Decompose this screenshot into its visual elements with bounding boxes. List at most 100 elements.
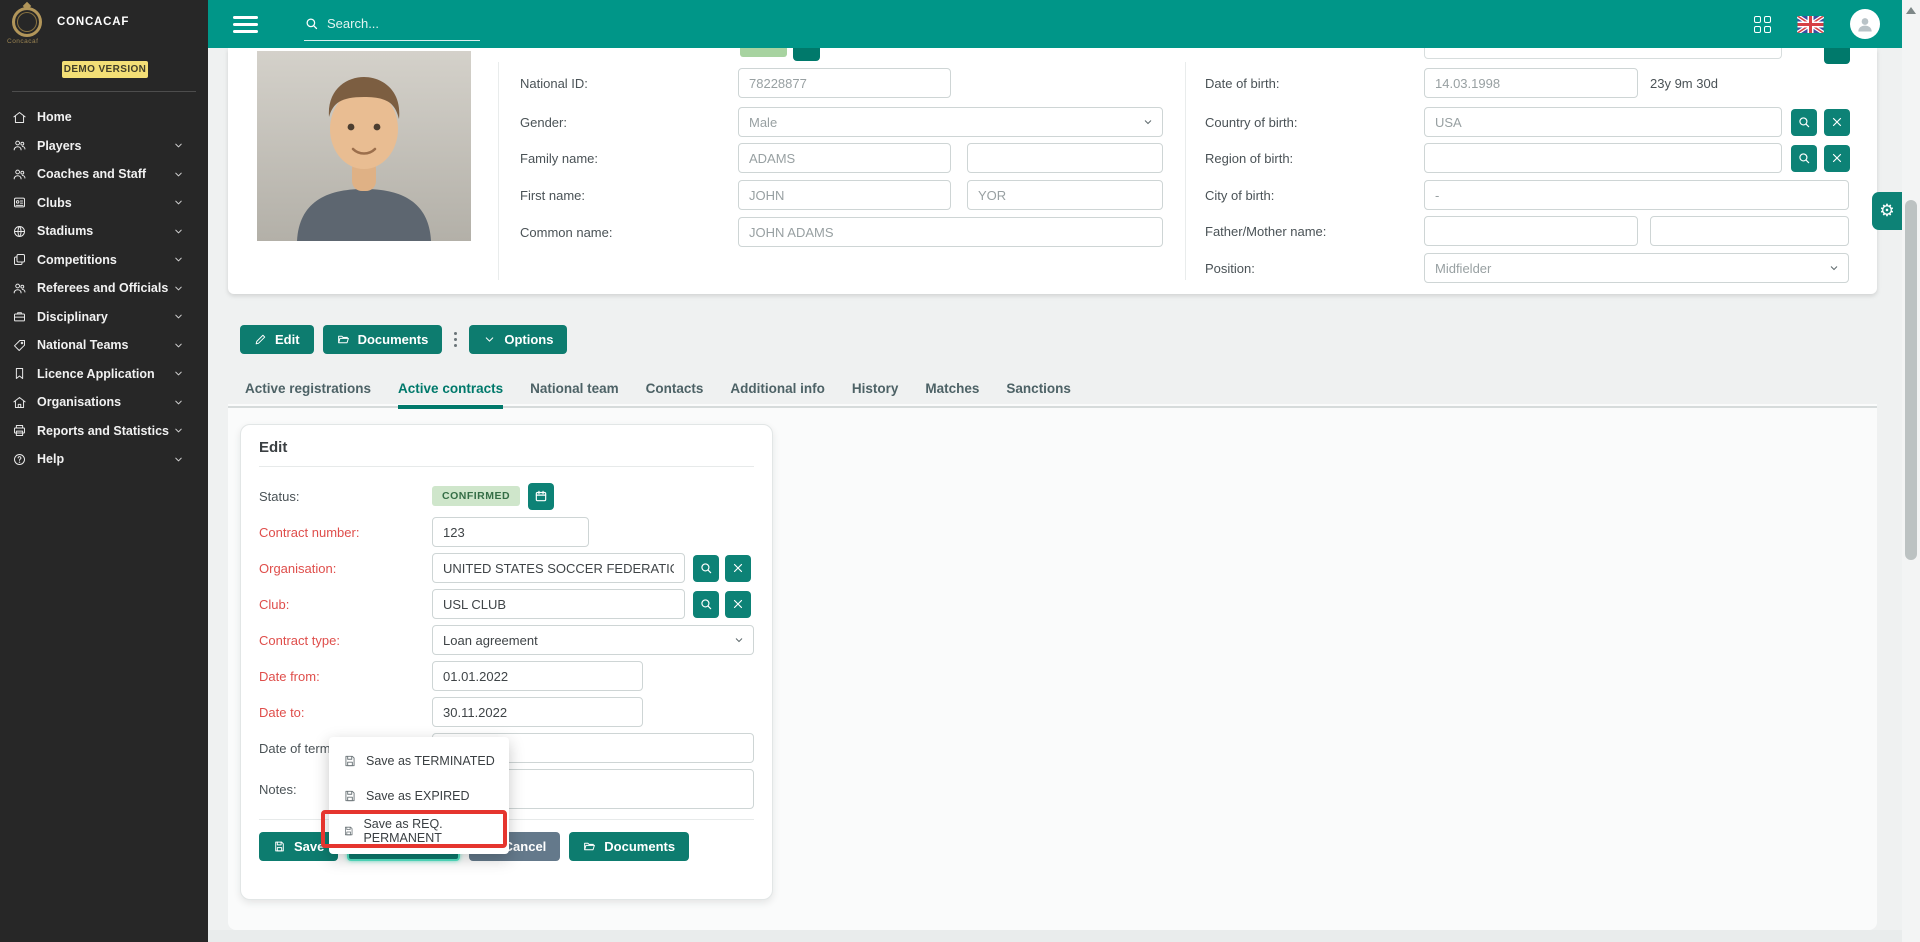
- kebab-menu-icon[interactable]: [454, 332, 457, 347]
- club-search-button[interactable]: [693, 591, 719, 618]
- organisation-label: Organisation:: [259, 561, 432, 576]
- club-clear-button[interactable]: [725, 591, 751, 618]
- page-scrollbar[interactable]: [1902, 0, 1920, 942]
- date-of-birth-field[interactable]: [1424, 68, 1638, 98]
- search-input[interactable]: [327, 16, 457, 31]
- tab-matches[interactable]: Matches: [925, 381, 979, 406]
- region-of-birth-label: Region of birth:: [1205, 151, 1424, 166]
- country-search-button[interactable]: [1791, 109, 1817, 136]
- concacaf-logo-caption: Concacaf: [7, 38, 38, 45]
- coaches-icon: [12, 167, 27, 182]
- date-to-field[interactable]: [432, 697, 643, 727]
- documents-button[interactable]: Documents: [323, 325, 443, 354]
- scroll-up-arrow-icon[interactable]: [1906, 7, 1916, 14]
- tab-active-contracts[interactable]: Active contracts: [398, 381, 503, 409]
- organisation-search-button[interactable]: [693, 555, 719, 582]
- position-select[interactable]: Midfielder: [1424, 253, 1849, 283]
- concacaf-logo-icon[interactable]: [12, 7, 42, 37]
- pencil-icon: [254, 333, 267, 346]
- folder-icon: [337, 333, 350, 346]
- national-teams-icon: [12, 338, 27, 353]
- date-of-birth-label: Date of birth:: [1205, 76, 1424, 91]
- position-label: Position:: [1205, 261, 1424, 276]
- sidebar-item-players[interactable]: Players: [0, 132, 208, 161]
- close-icon: [731, 561, 745, 575]
- column-divider: [1185, 62, 1186, 280]
- first-name-field[interactable]: [738, 180, 951, 210]
- sidebar-item-reports-and-statistics[interactable]: Reports and Statistics: [0, 417, 208, 446]
- region-of-birth-field[interactable]: [1424, 143, 1782, 173]
- reports-icon: [12, 423, 27, 438]
- age-text: 23y 9m 30d: [1650, 76, 1718, 91]
- sidebar-item-organisations[interactable]: Organisations: [0, 388, 208, 417]
- calendar-icon: [534, 489, 548, 503]
- tab-national-team[interactable]: National team: [530, 381, 619, 406]
- contract-documents-button[interactable]: Documents: [569, 832, 689, 861]
- action-button-partial[interactable]: [793, 48, 820, 61]
- country-clear-button[interactable]: [1824, 109, 1850, 136]
- national-id-field[interactable]: [738, 68, 951, 98]
- sidebar-item-clubs[interactable]: Clubs: [0, 189, 208, 218]
- sidebar-item-competitions[interactable]: Competitions: [0, 246, 208, 275]
- save-button[interactable]: Save: [259, 832, 338, 861]
- sidebar-item-help[interactable]: Help: [0, 445, 208, 474]
- sidebar-item-national-teams[interactable]: National Teams: [0, 331, 208, 360]
- date-from-field[interactable]: [432, 661, 643, 691]
- action-button-partial[interactable]: [1824, 48, 1850, 64]
- uk-flag-language-icon[interactable]: [1797, 16, 1824, 33]
- tab-history[interactable]: History: [852, 381, 899, 406]
- common-name-field[interactable]: [738, 217, 1163, 247]
- scrollbar-thumb[interactable]: [1905, 200, 1917, 560]
- sidebar-item-disciplinary[interactable]: Disciplinary: [0, 303, 208, 332]
- city-of-birth-field[interactable]: [1424, 180, 1849, 210]
- sidebar-item-label: National Teams: [37, 338, 128, 352]
- family-name-alt-field[interactable]: [967, 143, 1163, 173]
- user-avatar[interactable]: [1850, 9, 1880, 39]
- region-search-button[interactable]: [1791, 145, 1817, 172]
- status-pill-partial: [740, 48, 787, 57]
- chevron-down-icon: [483, 333, 496, 346]
- edit-card-title: Edit: [259, 439, 754, 466]
- sidebar-item-stadiums[interactable]: Stadiums: [0, 217, 208, 246]
- sidebar-item-label: Disciplinary: [37, 310, 108, 324]
- menu-item-save-as-expired[interactable]: Save as EXPIRED: [329, 781, 509, 811]
- father-mother-name-label: Father/Mother name:: [1205, 224, 1424, 239]
- tab-additional-info[interactable]: Additional info: [730, 381, 824, 406]
- chevron-down-icon: [171, 197, 186, 208]
- sidebar-item-referees-and-officials[interactable]: Referees and Officials: [0, 274, 208, 303]
- organisation-clear-button[interactable]: [725, 555, 751, 582]
- father-mother-field[interactable]: [1424, 216, 1638, 246]
- first-name-alt-field[interactable]: [967, 180, 1163, 210]
- country-of-birth-label: Country of birth:: [1205, 115, 1424, 130]
- sidebar-item-coaches-and-staff[interactable]: Coaches and Staff: [0, 160, 208, 189]
- licence-icon: [12, 366, 27, 381]
- organisation-field[interactable]: [432, 553, 685, 583]
- region-clear-button[interactable]: [1824, 145, 1850, 172]
- country-of-birth-field[interactable]: [1424, 107, 1782, 137]
- gender-select[interactable]: Male: [738, 107, 1163, 137]
- contract-number-field[interactable]: [432, 517, 589, 547]
- tab-sanctions[interactable]: Sanctions: [1006, 381, 1071, 406]
- contract-type-select[interactable]: Loan agreement: [432, 625, 754, 655]
- father-mother-alt-field[interactable]: [1650, 216, 1849, 246]
- menu-item-save-as-terminated[interactable]: Save as TERMINATED: [329, 746, 509, 776]
- settings-gear-button[interactable]: ⚙: [1872, 192, 1902, 230]
- apps-grid-icon[interactable]: [1754, 16, 1771, 33]
- players-icon: [12, 138, 27, 153]
- options-button[interactable]: Options: [469, 325, 567, 354]
- profile-tabs: Active registrations Active contracts Na…: [228, 381, 1877, 408]
- edit-button[interactable]: Edit: [240, 325, 314, 354]
- sidebar-item-label: Clubs: [37, 196, 72, 210]
- sidebar-item-licence-application[interactable]: Licence Application: [0, 360, 208, 389]
- demo-version-badge: DEMO VERSION: [62, 61, 148, 78]
- sidebar-item-label: Home: [37, 110, 72, 124]
- menu-item-save-as-req-permanent[interactable]: Save as REQ. PERMANENT: [329, 816, 509, 846]
- hamburger-menu-icon[interactable]: [233, 16, 258, 33]
- sidebar-item-home[interactable]: Home: [0, 103, 208, 132]
- tab-contacts[interactable]: Contacts: [646, 381, 704, 406]
- club-label: Club:: [259, 597, 432, 612]
- status-calendar-button[interactable]: [528, 483, 554, 510]
- club-field[interactable]: [432, 589, 685, 619]
- family-name-field[interactable]: [738, 143, 951, 173]
- tab-active-registrations[interactable]: Active registrations: [245, 381, 371, 406]
